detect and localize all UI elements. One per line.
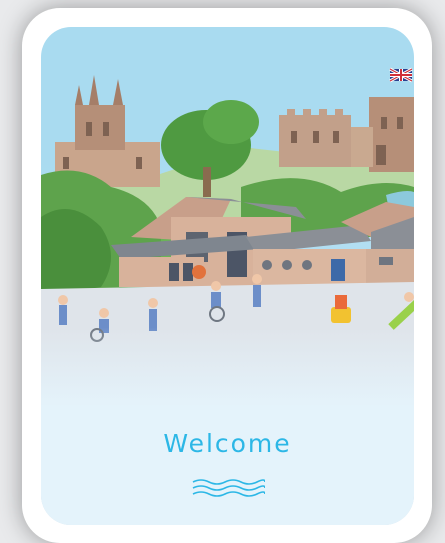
welcome-card: Welcome: [41, 27, 414, 525]
cathedral: [55, 75, 160, 187]
wave-divider-icon: [192, 479, 265, 497]
welcome-title: Welcome: [163, 429, 292, 458]
castle: [279, 97, 414, 172]
union-jack-flag-icon: [389, 67, 413, 83]
